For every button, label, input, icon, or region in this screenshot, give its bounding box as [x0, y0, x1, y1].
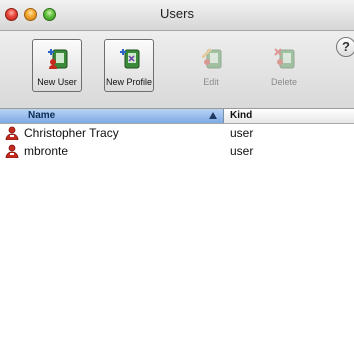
- new-profile-icon: [120, 49, 140, 69]
- new-profile-label: New Profile: [105, 77, 152, 87]
- toolbar: New User New Profile Edit Delete ?: [0, 31, 354, 109]
- edit-button[interactable]: Edit: [186, 39, 236, 92]
- list-item[interactable]: mbronte user: [0, 142, 354, 160]
- user-name: mbronte: [24, 144, 69, 158]
- column-header-kind[interactable]: Kind: [230, 109, 252, 123]
- edit-user-icon: [202, 48, 222, 69]
- new-user-label: New User: [37, 77, 77, 87]
- user-icon: [5, 126, 19, 140]
- title-bar[interactable]: Users: [0, 0, 354, 31]
- user-name: Christopher Tracy: [24, 126, 119, 140]
- delete-button[interactable]: Delete: [259, 39, 309, 92]
- new-user-icon: [48, 49, 68, 69]
- new-profile-button[interactable]: New Profile: [104, 39, 154, 92]
- new-user-button[interactable]: New User: [32, 39, 82, 92]
- column-name-label: Name: [28, 110, 56, 121]
- list-header: Name Kind: [0, 109, 354, 124]
- window-title: Users: [160, 6, 194, 21]
- list-item[interactable]: Christopher Tracy user: [0, 124, 354, 142]
- column-header-name[interactable]: Name: [0, 109, 224, 123]
- user-kind: user: [230, 126, 254, 140]
- edit-label: Edit: [203, 77, 219, 87]
- help-button[interactable]: ?: [336, 37, 354, 57]
- user-kind: user: [230, 144, 254, 158]
- sort-ascending-icon: [209, 112, 217, 119]
- delete-label: Delete: [270, 77, 297, 87]
- user-icon: [5, 144, 19, 158]
- delete-user-icon: [274, 48, 295, 69]
- users-list: Christopher Tracy user mbronte user: [0, 124, 354, 160]
- users-window: Users New User New Profile Edit Delete ?…: [0, 0, 354, 354]
